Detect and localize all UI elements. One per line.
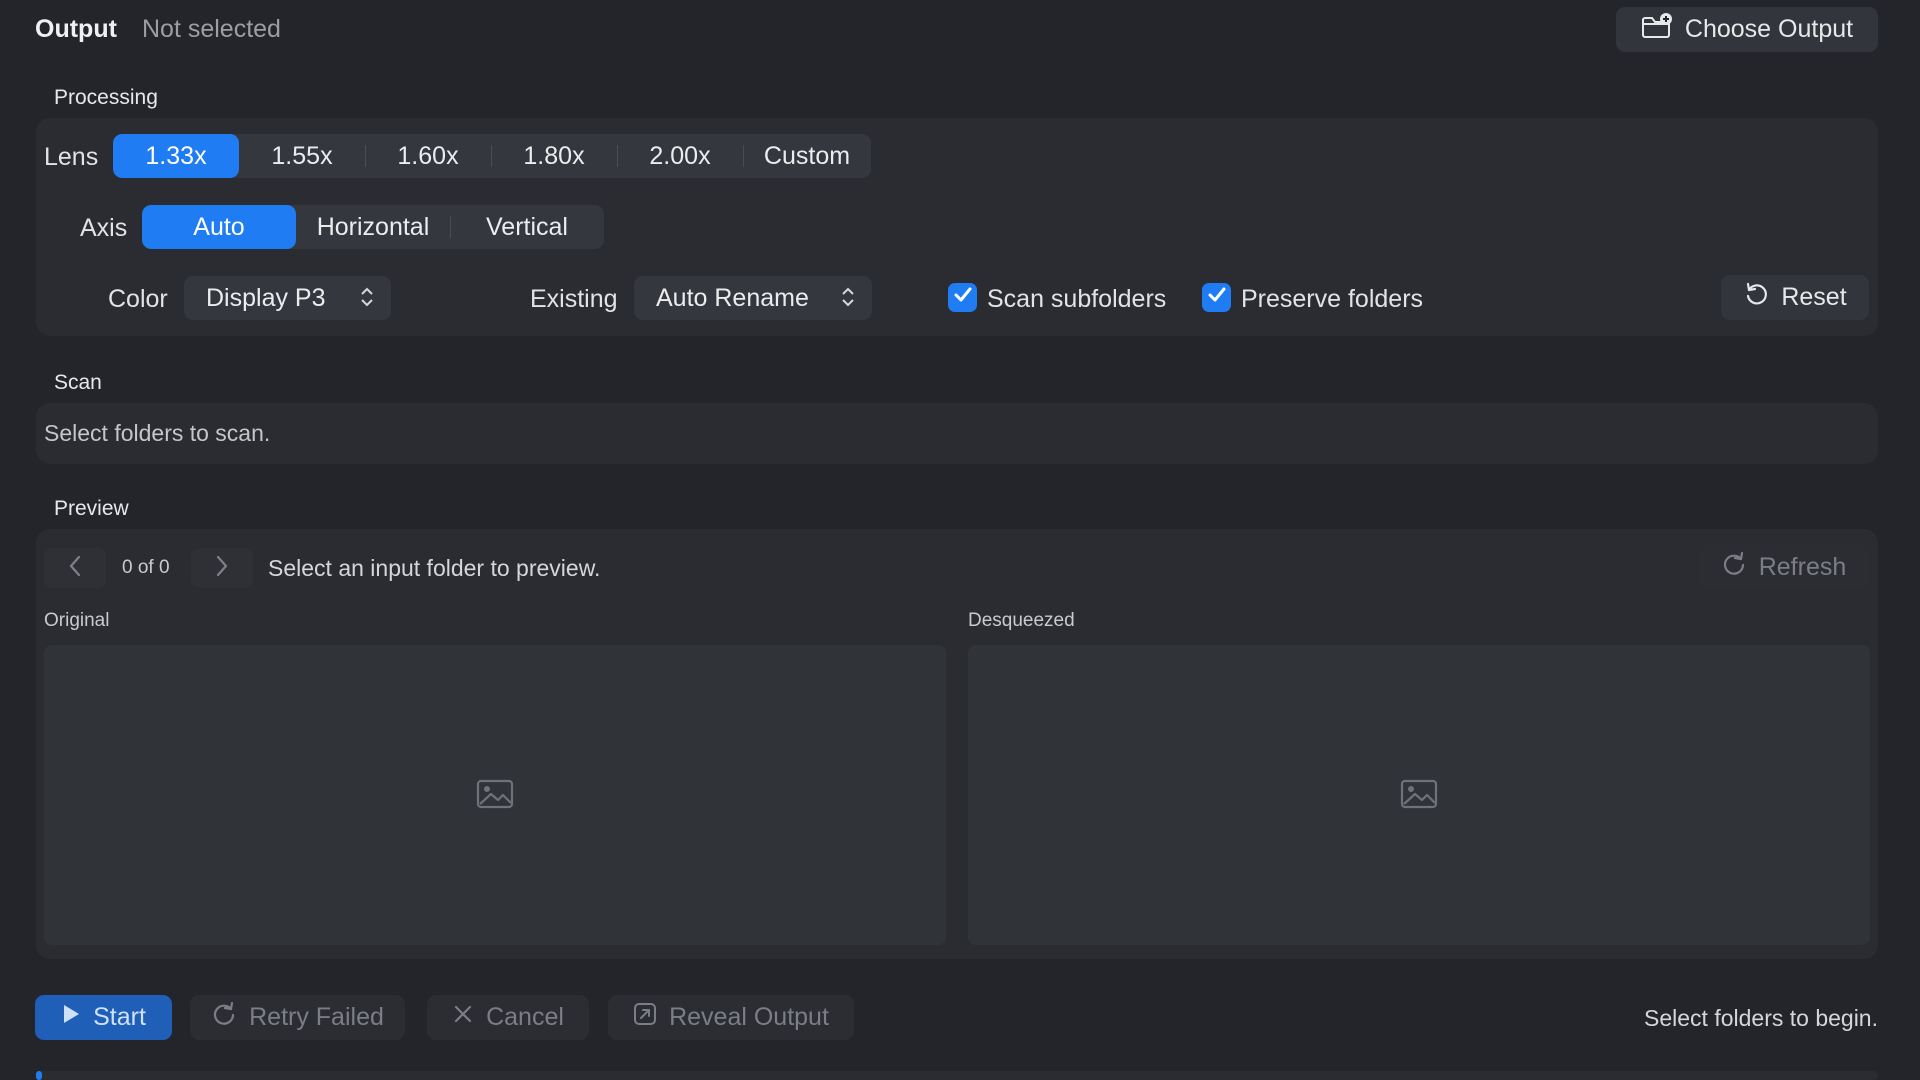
lens-option-2-00x[interactable]: 2.00x [617, 134, 743, 178]
chevron-right-icon [215, 555, 229, 582]
reveal-output-button[interactable]: Reveal Output [608, 995, 854, 1040]
existing-popup-value: Auto Rename [656, 283, 809, 312]
preview-counter: 0 of 0 [122, 557, 170, 578]
scan-message: Select folders to scan. [44, 420, 271, 446]
axis-label: Axis [80, 214, 128, 242]
refresh-icon [1721, 551, 1747, 584]
lens-option-custom[interactable]: Custom [743, 134, 871, 178]
original-preview-area [44, 645, 946, 945]
output-label: Output [35, 15, 117, 43]
start-button[interactable]: Start [35, 995, 172, 1040]
arrow-up-right-square-icon [633, 1002, 657, 1033]
status-message: Select folders to begin. [1644, 1005, 1878, 1031]
image-placeholder-icon [1400, 779, 1438, 814]
lens-option-1-80x[interactable]: 1.80x [491, 134, 617, 178]
checkmark-icon [1207, 286, 1227, 309]
cancel-label: Cancel [486, 1003, 564, 1031]
preserve-folders-checkbox[interactable] [1202, 283, 1231, 312]
existing-popup[interactable]: Auto Rename [634, 276, 872, 320]
scan-panel [36, 403, 1878, 464]
existing-label: Existing [530, 285, 618, 313]
lens-option-1-33x[interactable]: 1.33x [113, 134, 239, 178]
color-label: Color [108, 285, 168, 313]
color-popup[interactable]: Display P3 [184, 276, 391, 320]
chevron-up-down-icon [840, 284, 856, 317]
reset-label: Reset [1781, 283, 1847, 311]
color-popup-value: Display P3 [206, 283, 326, 312]
axis-option-vertical[interactable]: Vertical [450, 205, 604, 249]
preview-message: Select an input folder to preview. [268, 555, 601, 581]
original-label: Original [44, 610, 110, 631]
retry-failed-label: Retry Failed [249, 1003, 384, 1031]
progress-track [36, 1071, 1878, 1080]
checkmark-icon [953, 286, 973, 309]
progress-fill [36, 1071, 42, 1080]
scan-title: Scan [54, 371, 102, 394]
next-button[interactable] [191, 548, 253, 588]
folder-badge-plus-icon [1641, 13, 1673, 46]
refresh-label: Refresh [1758, 553, 1847, 581]
lens-option-1-55x[interactable]: 1.55x [239, 134, 365, 178]
choose-output-button[interactable]: Choose Output [1616, 7, 1878, 52]
lens-label: Lens [44, 143, 99, 171]
lens-option-1-60x[interactable]: 1.60x [365, 134, 491, 178]
scan-subfolders-checkbox[interactable] [948, 283, 977, 312]
desqueezed-preview-area [968, 645, 1870, 945]
start-label: Start [93, 1003, 146, 1031]
retry-icon [211, 1001, 237, 1034]
choose-output-label: Choose Output [1684, 15, 1854, 43]
lens-segmented-control: 1.33x 1.55x 1.60x 1.80x 2.00x Custom [113, 134, 871, 178]
reset-arrow-icon [1743, 281, 1769, 314]
previous-button[interactable] [44, 548, 106, 588]
play-icon [61, 1003, 81, 1032]
axis-option-auto[interactable]: Auto [142, 205, 296, 249]
axis-segmented-control: Auto Horizontal Vertical [142, 205, 604, 249]
scan-subfolders-label[interactable]: Scan subfolders [987, 285, 1166, 314]
close-icon [452, 1003, 474, 1032]
cancel-button[interactable]: Cancel [427, 995, 589, 1040]
reveal-output-label: Reveal Output [669, 1003, 829, 1031]
reset-button[interactable]: Reset [1721, 275, 1869, 320]
output-value: Not selected [142, 15, 281, 43]
image-placeholder-icon [476, 779, 514, 814]
chevron-left-icon [68, 555, 82, 582]
chevron-up-down-icon [359, 284, 375, 317]
desqueezed-label: Desqueezed [968, 610, 1075, 631]
axis-option-horizontal[interactable]: Horizontal [296, 205, 450, 249]
preview-title: Preview [54, 497, 129, 520]
preserve-folders-label[interactable]: Preserve folders [1241, 285, 1423, 314]
refresh-button[interactable]: Refresh [1698, 545, 1869, 590]
retry-failed-button[interactable]: Retry Failed [190, 995, 405, 1040]
processing-title: Processing [54, 86, 158, 109]
